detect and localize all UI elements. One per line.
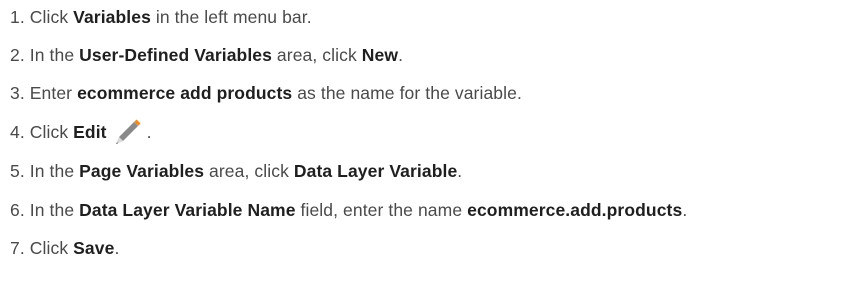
step-keyword: New [361,44,399,65]
step-text: . [682,199,688,220]
step-number: 1. [10,6,25,27]
step-number: 4. [10,121,25,142]
step-text: . [457,160,463,181]
step-number: 3. [10,82,25,103]
instruction-steps: 1. Click Variables in the left menu bar.… [0,0,857,304]
step-keyword: Edit [73,121,107,142]
step-5: 5. In the Page Variables area, click Dat… [10,156,462,186]
step-text: area, click [204,160,294,181]
step-number: 2. [10,44,25,65]
step-text: as the name for the variable. [292,82,522,103]
step-text: In the [29,160,80,181]
step-text: in the left menu bar. [150,6,312,27]
step-keyword: Data Layer Variable Name [79,199,296,220]
step-text: . [146,121,152,142]
step-keyword: Save [73,237,115,258]
step-4: 4. Click Edit. [10,117,152,147]
step-text: Click [29,237,74,258]
step-2: 2. In the User-Defined Variables area, c… [10,40,403,70]
step-1: 1. Click Variables in the left menu bar. [10,2,312,32]
step-3: 3. Enter ecommerce add products as the n… [10,78,522,108]
step-text: . [114,237,120,258]
step-keyword: Variables [73,6,151,27]
pencil-icon[interactable] [113,117,143,147]
step-number: 7. [10,237,25,258]
step-text: Enter [29,82,78,103]
step-keyword: Page Variables [79,160,205,181]
step-text: field, enter the name [295,199,468,220]
step-keyword: ecommerce.add.products [467,199,683,220]
step-number: 5. [10,160,25,181]
step-text: In the [29,199,80,220]
step-text: . [398,44,404,65]
step-6: 6. In the Data Layer Variable Name field… [10,195,687,225]
step-number: 6. [10,199,25,220]
step-7: 7. Click Save. [10,233,119,263]
step-text: Click [29,121,74,142]
step-keyword: ecommerce add products [77,82,293,103]
step-keyword: Data Layer Variable [293,160,458,181]
step-text: Click [29,6,74,27]
step-text: In the [29,44,80,65]
step-keyword: User-Defined Variables [79,44,272,65]
step-text: area, click [271,44,362,65]
